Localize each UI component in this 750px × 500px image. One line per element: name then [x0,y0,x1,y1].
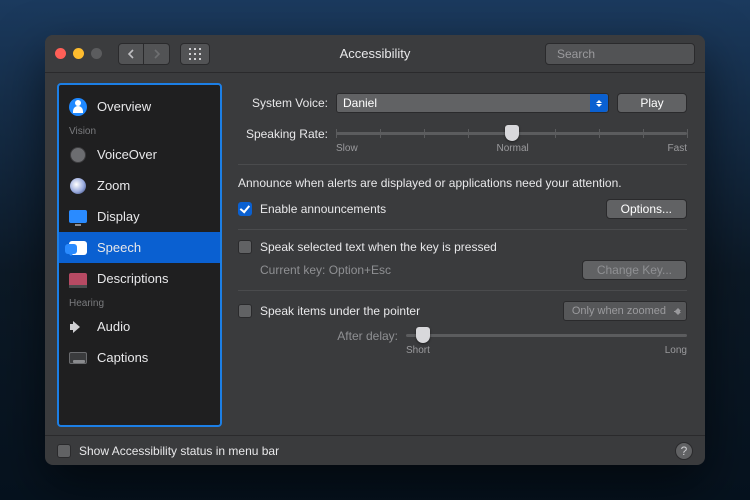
separator [238,164,687,165]
zoom-window-button[interactable] [91,48,102,59]
sidebar-item-overview[interactable]: Overview [59,91,220,122]
pointer-mode-value: Only when zoomed [572,305,666,317]
menubar-status-checkbox[interactable] [57,444,71,458]
sidebar-item-zoom[interactable]: Zoom [59,170,220,201]
announcements-options-button[interactable]: Options... [606,199,687,219]
descriptions-icon [69,270,87,288]
sidebar-item-captions[interactable]: Captions [59,342,220,373]
announce-description: Announce when alerts are displayed or ap… [238,175,687,191]
back-button[interactable] [118,43,144,65]
speak-pointer-label: Speak items under the pointer [260,304,420,318]
question-icon: ? [681,444,688,458]
sidebar-item-speech[interactable]: Speech [59,232,220,263]
delay-tick-short: Short [406,345,430,356]
separator [238,229,687,230]
system-voice-select[interactable]: Daniel [336,93,609,113]
enable-announcements-label: Enable announcements [260,202,386,216]
sidebar-item-label: Captions [97,350,148,365]
speech-icon [69,239,87,257]
play-button[interactable]: Play [617,93,687,113]
zoom-icon [69,177,87,195]
after-delay-label: After delay: [238,327,398,343]
delay-tick-long: Long [665,345,687,356]
speak-selected-checkbox[interactable] [238,240,252,254]
updown-arrows-icon [590,94,608,112]
speaking-rate-label: Speaking Rate: [238,125,328,141]
pointer-mode-popup[interactable]: Only when zoomed [563,301,687,321]
search-field[interactable] [545,43,695,65]
sidebar-item-label: Descriptions [97,271,169,286]
close-window-button[interactable] [55,48,66,59]
sidebar-item-label: Zoom [97,178,130,193]
rate-tick-normal: Normal [497,143,529,154]
speak-pointer-checkbox[interactable] [238,304,252,318]
chevron-right-icon [153,49,161,59]
menubar-status-label: Show Accessibility status in menu bar [79,444,279,458]
system-voice-label: System Voice: [238,96,328,110]
rate-tick-slow: Slow [336,143,358,154]
titlebar: Accessibility [45,35,705,73]
change-key-button[interactable]: Change Key... [582,260,687,280]
nav-buttons [118,43,170,65]
sidebar-item-audio[interactable]: Audio [59,311,220,342]
sidebar-item-descriptions[interactable]: Descriptions [59,263,220,294]
sidebar: Overview Vision VoiceOver Zoom Display S… [57,83,222,427]
sidebar-item-label: Overview [97,99,151,114]
speaking-rate-slider[interactable] [336,125,687,141]
separator [238,290,687,291]
sidebar-heading-vision: Vision [59,122,220,139]
enable-announcements-checkbox[interactable] [238,202,252,216]
current-key-label: Current key: Option+Esc [260,263,391,277]
speak-selected-label: Speak selected text when the key is pres… [260,240,497,254]
sidebar-item-voiceover[interactable]: VoiceOver [59,139,220,170]
captions-icon [69,349,87,367]
sidebar-heading-hearing: Hearing [59,294,220,311]
window-controls [55,48,102,59]
slider-thumb[interactable] [416,327,430,343]
main-panel: System Voice: Daniel Play Speaking Rate: [232,83,693,427]
search-input[interactable] [557,47,705,61]
preferences-window: Accessibility Overview Vision VoiceOver … [45,35,705,465]
speaker-icon [69,318,87,336]
accessibility-icon [69,98,87,116]
system-voice-value: Daniel [343,96,377,110]
footer: Show Accessibility status in menu bar ? [45,435,705,465]
slider-thumb[interactable] [505,125,519,141]
sidebar-item-label: VoiceOver [97,147,157,162]
sidebar-item-label: Display [97,209,140,224]
grid-icon [189,48,201,60]
after-delay-slider[interactable] [406,327,687,343]
forward-button[interactable] [144,43,170,65]
display-icon [69,208,87,226]
sidebar-item-label: Speech [97,240,141,255]
voiceover-icon [69,146,87,164]
minimize-window-button[interactable] [73,48,84,59]
sidebar-item-display[interactable]: Display [59,201,220,232]
updown-arrows-icon [675,305,681,318]
window-body: Overview Vision VoiceOver Zoom Display S… [45,73,705,435]
sidebar-item-label: Audio [97,319,130,334]
show-all-button[interactable] [180,43,210,65]
chevron-left-icon [127,49,135,59]
rate-tick-fast: Fast [668,143,687,154]
help-button[interactable]: ? [675,442,693,460]
